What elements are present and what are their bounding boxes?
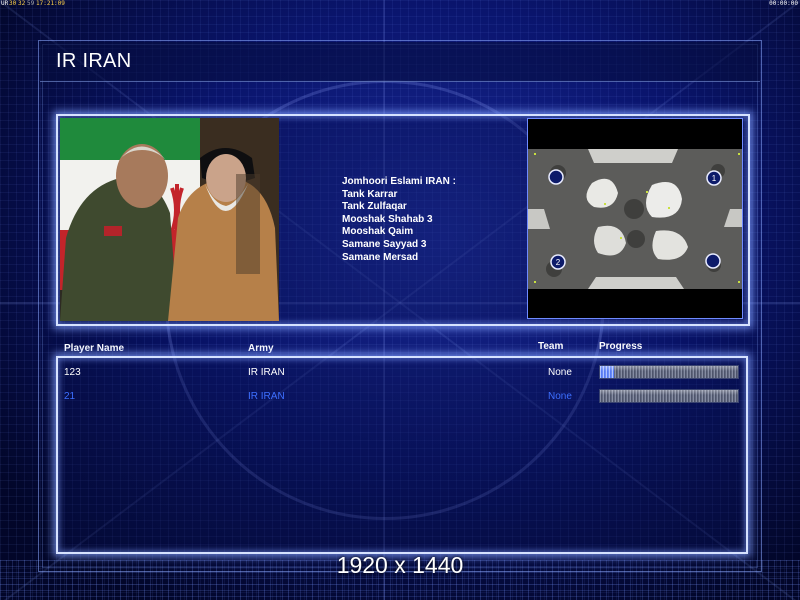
army-unit-item: Tank Karrar	[342, 188, 398, 200]
status-bar: UR 30 32 59 17:21:09 00:00:00	[0, 0, 800, 8]
column-header-player-name: Player Name	[64, 343, 125, 354]
start-position-marker[interactable]: 1	[706, 170, 722, 186]
svg-text:1: 1	[712, 174, 717, 183]
army-unit-item: Samane Sayyad 3	[342, 238, 427, 250]
status-item: 30	[9, 0, 17, 7]
army-unit-item: Mooshak Shahab 3	[342, 213, 433, 225]
army-unit-item: Samane Mersad	[342, 251, 419, 263]
player-row: 123 IR IRAN None	[58, 363, 746, 383]
player-name: 21	[64, 391, 76, 402]
start-position-marker[interactable]: 2	[550, 254, 566, 270]
title-bar	[40, 42, 760, 82]
army-info: Jomhoori Eslami IRAN : Tank Karrar Tank …	[342, 176, 456, 264]
player-name: 123	[64, 367, 81, 378]
faction-portrait-image	[60, 118, 279, 321]
army-info-heading: Jomhoori Eslami IRAN :	[342, 176, 456, 187]
player-army: IR IRAN	[248, 367, 285, 378]
resolution-label: 1920 x 1440	[336, 552, 464, 578]
player-team: None	[548, 367, 572, 378]
status-timer: 00:00:00	[769, 0, 798, 7]
status-clock: 17:21:09	[36, 0, 65, 7]
column-header-team: Team	[538, 341, 564, 352]
column-header-army: Army	[248, 343, 274, 354]
start-position-marker[interactable]	[548, 169, 564, 185]
page-title: IR IRAN	[56, 50, 132, 72]
map-preview: 1 2	[527, 118, 743, 319]
player-army: IR IRAN	[248, 391, 285, 402]
player-row: 21 IR IRAN None	[58, 387, 746, 407]
column-header-progress: Progress	[599, 341, 643, 352]
status-item: UR	[1, 0, 9, 7]
army-unit-item: Mooshak Qaim	[342, 226, 414, 238]
player-progress-bar	[599, 389, 739, 403]
status-item: 59	[27, 0, 35, 7]
player-progress-bar	[599, 365, 739, 379]
start-position-marker[interactable]	[705, 253, 721, 269]
status-item: 32	[18, 0, 26, 7]
player-team: None	[548, 391, 572, 402]
player-list-panel	[56, 356, 748, 554]
army-unit-item: Tank Zulfaqar	[342, 201, 407, 213]
svg-text:2: 2	[556, 258, 561, 267]
